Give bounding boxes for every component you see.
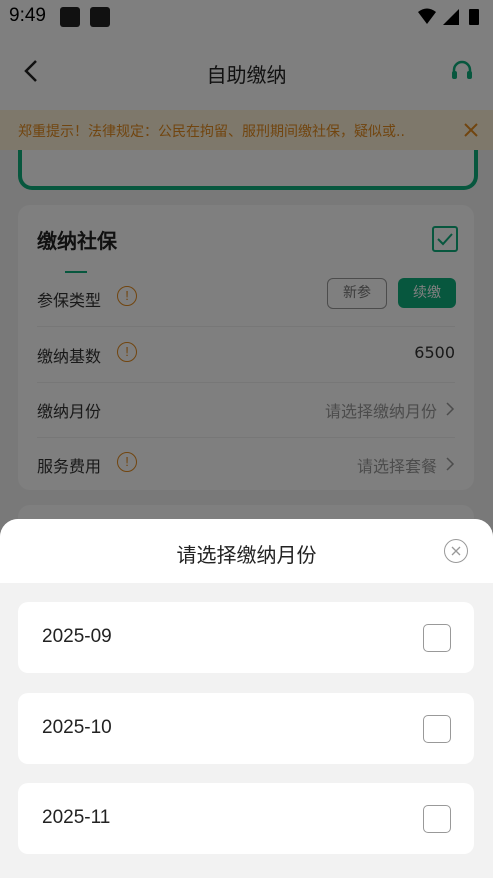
month-checkbox[interactable]	[423, 715, 451, 743]
close-icon[interactable]	[444, 539, 468, 563]
month-option[interactable]: 2025-10	[18, 693, 474, 764]
month-picker-sheet: 请选择缴纳月份 2025-09 2025-10 2025-11	[0, 519, 493, 878]
month-option[interactable]: 2025-09	[18, 602, 474, 673]
sheet-title: 请选择缴纳月份	[176, 543, 317, 567]
month-option[interactable]: 2025-11	[18, 783, 474, 854]
month-checkbox[interactable]	[423, 624, 451, 652]
month-label: 2025-10	[42, 717, 112, 738]
sheet-header: 请选择缴纳月份	[0, 519, 493, 583]
month-label: 2025-11	[42, 807, 111, 828]
month-label: 2025-09	[42, 626, 112, 647]
month-checkbox[interactable]	[423, 805, 451, 833]
